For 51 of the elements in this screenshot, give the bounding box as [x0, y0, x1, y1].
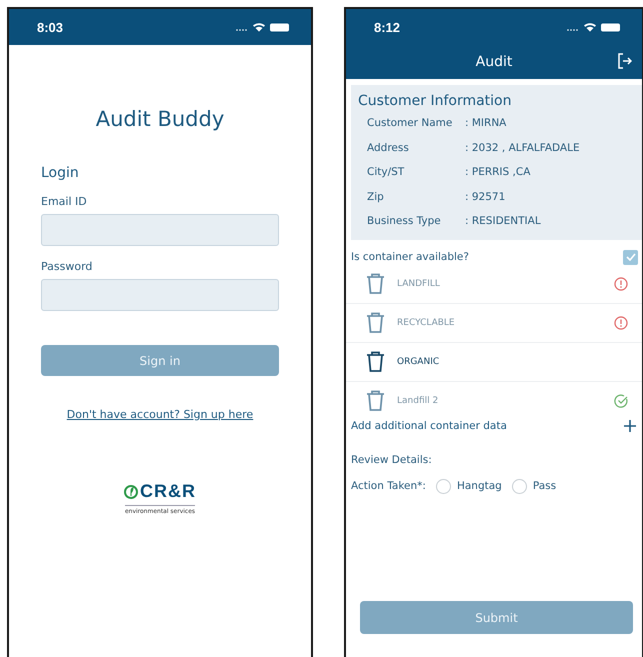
info-label: Address — [367, 142, 410, 154]
trash-icon — [366, 351, 385, 372]
container-name: Landfill 2 — [397, 396, 440, 406]
container-row[interactable]: LANDFILL — [346, 264, 642, 304]
radio-label: Pass — [532, 480, 556, 492]
info-label: Customer Name — [367, 117, 454, 130]
question-label: Is container available? — [351, 251, 469, 263]
trash-icon — [366, 312, 385, 333]
container-row[interactable]: RECYCLABLE — [346, 304, 642, 342]
radio-button[interactable] — [436, 478, 451, 494]
container-row[interactable]: ORGANIC — [346, 342, 642, 382]
leaf-icon — [124, 484, 138, 498]
info-value: : 2032 , ALFALFADALE — [465, 142, 581, 154]
container-row[interactable]: Landfill 2 — [346, 382, 642, 420]
sign-in-button[interactable]: Sign in — [41, 345, 279, 376]
screen-title: Audit — [476, 54, 512, 70]
input-field[interactable] — [41, 279, 279, 311]
field-label: Password — [41, 260, 94, 273]
status-icons — [566, 22, 622, 32]
checkbox[interactable] — [623, 250, 638, 264]
trash-icon — [366, 273, 385, 294]
form-title: Login — [41, 165, 80, 181]
logout-icon[interactable] — [618, 53, 632, 69]
info-value: : 92571 — [465, 190, 506, 203]
status-icons — [235, 22, 291, 32]
input-field[interactable] — [41, 214, 279, 246]
add-container-label: Add additional container data — [351, 420, 507, 432]
action-label: Action Taken*: — [351, 480, 426, 492]
logo-name: CR&R — [140, 481, 196, 502]
signup-link[interactable]: Don't have account? Sign up here — [66, 408, 254, 421]
status-time: 8:03 — [37, 20, 64, 34]
info-value: : MIRNA — [465, 117, 508, 130]
review-label: Review Details: — [351, 454, 433, 466]
section-title: Customer Information — [358, 93, 512, 109]
checkmark-icon — [626, 253, 636, 261]
container-name: ORGANIC — [397, 356, 440, 366]
radio-label: Hangtag — [456, 480, 502, 492]
info-label: City/ST — [367, 166, 406, 178]
app-title: Audit Buddy — [94, 107, 226, 131]
submit-button[interactable]: Submit — [360, 601, 633, 634]
info-value: : RESIDENTIAL — [465, 215, 542, 228]
radio-button[interactable] — [512, 478, 527, 494]
plus-icon[interactable] — [624, 420, 636, 432]
field-label: Email ID — [41, 195, 88, 208]
info-label: Business Type — [367, 215, 442, 228]
container-name: RECYCLABLE — [397, 318, 456, 328]
status-time: 8:12 — [374, 20, 400, 34]
info-label: Zip — [367, 190, 385, 203]
container-name: LANDFILL — [397, 278, 441, 288]
info-value: : PERRIS ,CA — [465, 166, 532, 178]
trash-icon — [366, 390, 385, 411]
